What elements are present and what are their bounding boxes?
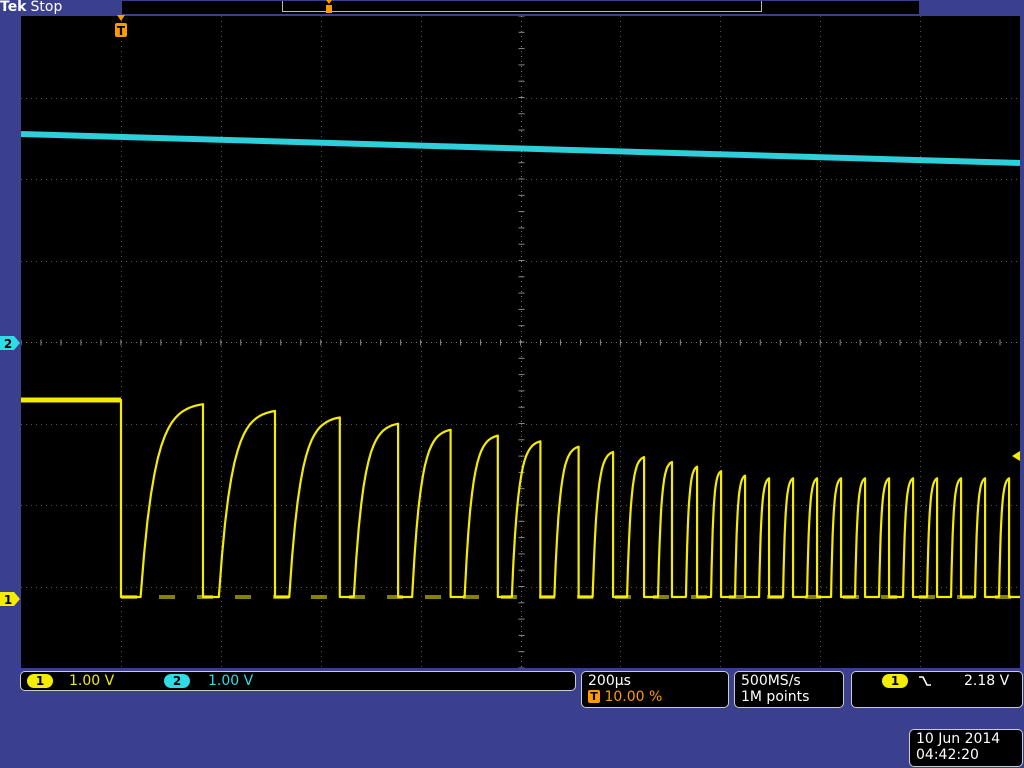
trigger-level[interactable]: 2.18 V [964,673,1009,689]
trigger-source-badge[interactable]: 1 [882,674,908,688]
trigger-position-readout[interactable]: T 10.00 % [588,689,662,705]
ch1-scale[interactable]: 1.00 V [69,673,114,689]
ch1-trace [21,398,1020,599]
time-readout: 04:42:20 [916,747,979,763]
brand-label: Tek [0,0,27,15]
ch2-marker-label: 2 [4,337,12,351]
timebase-panel[interactable]: 200µs T 10.00 % [581,671,729,708]
brand-status: Tek Stop [0,0,62,16]
ch2-trace [21,131,1020,166]
waveform-display[interactable] [21,16,1020,668]
acquisition-status: Stop [30,0,63,15]
trigger-position-value: 10.00 % [604,689,663,705]
ch1-marker-label: 1 [4,593,12,607]
trigger-level-marker[interactable] [1010,450,1022,462]
sample-rate: 500MS/s [741,673,801,689]
datetime-panel: 10 Jun 2014 04:42:20 [909,729,1023,767]
trigger-position-label: T [117,24,126,38]
record-trigger-icon [326,0,332,13]
record-view-window[interactable] [282,1,762,12]
record-length: 1M points [741,689,810,705]
ch2-ground-marker[interactable]: 2 [0,335,21,351]
ch2-badge[interactable]: 2 [164,674,190,688]
acquisition-panel[interactable]: 500MS/s 1M points [734,671,844,708]
channel-readout-panel[interactable]: 1 1.00 V 2 1.00 V [20,671,576,691]
waveform-graticule [21,16,1020,668]
falling-edge-icon [919,676,931,686]
date-readout: 10 Jun 2014 [916,731,1001,747]
ch1-ground-marker[interactable]: 1 [0,591,21,607]
trigger-position-marker[interactable]: T [114,15,128,39]
trigger-badge-icon: T [588,690,600,703]
horizontal-scale[interactable]: 200µs [588,673,631,689]
ch2-scale[interactable]: 1.00 V [208,673,253,689]
trigger-panel[interactable]: 1 2.18 V [851,671,1023,708]
top-status-bar: Tek Stop [0,0,1024,16]
ch1-badge[interactable]: 1 [27,674,53,688]
